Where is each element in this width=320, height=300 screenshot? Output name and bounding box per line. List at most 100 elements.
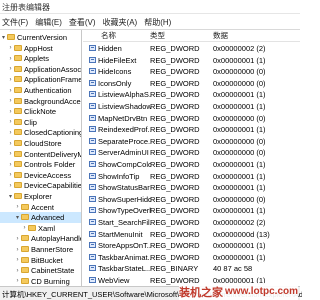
chevron-right-icon[interactable]: › (14, 245, 21, 255)
value-type: REG_DWORD (150, 136, 200, 146)
chevron-right-icon[interactable]: › (21, 223, 28, 233)
type-column-header[interactable]: 类型 (150, 30, 165, 42)
chevron-right-icon[interactable]: › (7, 96, 14, 106)
tree-item[interactable]: › BitBucket (0, 255, 81, 266)
tree-item[interactable]: › BackgroundAccessAp (0, 96, 82, 107)
tree-item[interactable]: › Controls Folder (0, 159, 81, 170)
value-row[interactable]: TaskbarAnimat... REG_DWORD 0x00000001 (1) (83, 252, 300, 264)
menu-items: 文件(F) 编辑(E) 查看(V) 收藏夹(A) 帮助(H) (2, 17, 171, 28)
tree-item[interactable]: › AppHost (0, 43, 81, 54)
folder-icon (21, 246, 29, 253)
value-row[interactable]: ReindexedProf... REG_DWORD 0x00000001 (1) (83, 124, 300, 136)
value-row[interactable]: ShowInfoTip REG_DWORD 0x00000001 (1) (83, 171, 300, 183)
values-list[interactable]: 名称 类型 数据 Hidden REG_DWORD 0x00000002 (2) Hi… (83, 30, 300, 286)
value-row[interactable]: ServerAdminUI REG_DWORD 0x00000000 (0) (83, 147, 300, 159)
chevron-right-icon[interactable]: › (14, 234, 21, 244)
registry-value-icon (89, 91, 96, 98)
value-row[interactable]: StartMenuInit REG_DWORD 0x0000000d (13) (83, 229, 300, 241)
chevron-right-icon[interactable]: › (7, 170, 14, 180)
value-row[interactable]: ListviewShadow REG_DWORD 0x00000001 (1) (83, 101, 300, 113)
chevron-right-icon[interactable]: › (7, 54, 14, 64)
tree-item[interactable]: › ClosedCaptioning (0, 127, 82, 138)
chevron-right-icon[interactable]: › (7, 139, 14, 149)
folder-icon (21, 267, 29, 274)
chevron-down-icon[interactable]: ▾ (0, 33, 7, 43)
tree-item[interactable]: › Accent (0, 202, 81, 213)
chevron-right-icon[interactable]: › (7, 149, 14, 159)
tree-item[interactable]: › ApplicationFrame (0, 74, 82, 85)
chevron-right-icon[interactable]: › (14, 266, 21, 276)
value-name: HideFileExt (98, 55, 137, 65)
value-row[interactable]: Start_SearchFil... REG_DWORD 0x00000002 (2… (83, 217, 300, 229)
chevron-right-icon[interactable]: › (7, 86, 14, 96)
value-data: 0x00000001 (1) (213, 252, 266, 262)
value-row[interactable]: HideIcons REG_DWORD 0x00000000 (0) (83, 66, 300, 78)
tree-item[interactable]: › Applets (0, 53, 81, 64)
tree-item[interactable]: › Xaml (0, 223, 81, 234)
chevron-down-icon[interactable]: ▾ (14, 213, 21, 223)
tree-item[interactable]: › CD Burning (0, 276, 81, 286)
value-row[interactable]: SeparateProce... REG_DWORD 0x00000000 (0) (83, 136, 300, 148)
chevron-right-icon[interactable]: › (14, 255, 21, 265)
registry-value-icon (89, 79, 96, 86)
chevron-right-icon[interactable]: › (7, 43, 14, 53)
value-row[interactable]: StoreAppsOnT... REG_DWORD 0x00000001 (1) (83, 240, 300, 252)
folder-icon (14, 55, 22, 62)
registry-value-icon (89, 56, 96, 63)
tree-item[interactable]: ▾ CurrentVersion (0, 32, 81, 43)
value-row[interactable]: ListviewAlphaS... REG_DWORD 0x00000001 (1) (83, 89, 300, 101)
tree-item[interactable]: › CabinetState (0, 265, 81, 276)
tree-item[interactable]: › AutoplayHandlers (0, 233, 82, 244)
chevron-right-icon[interactable]: › (7, 160, 14, 170)
chevron-right-icon[interactable]: › (7, 107, 14, 117)
value-row[interactable]: IconsOnly REG_DWORD 0x00000000 (0) (83, 78, 300, 90)
tree-item[interactable]: › DeviceCapabilities (0, 180, 82, 191)
tree-item-label: ClickNote (24, 107, 57, 117)
tree-item[interactable]: › ContentDeliveryMana (0, 149, 82, 160)
value-type: REG_DWORD (150, 218, 200, 227)
name-column-header[interactable]: 名称 (101, 30, 116, 42)
tree-item[interactable]: › ApplicationAssociati (0, 64, 82, 75)
value-type: REG_BINARY (150, 264, 199, 274)
value-data: 0x00000000 (0) (213, 113, 266, 123)
tree-item[interactable]: ▾ Advanced (0, 212, 81, 224)
tree-item[interactable]: › ClickNote (0, 106, 81, 117)
menu-item[interactable]: 文件(F) (2, 17, 28, 28)
tree-item-label: ClosedCaptioning (24, 128, 82, 138)
tree-item[interactable]: › Clip (0, 117, 81, 128)
value-row[interactable]: ShowSuperHidd...REG_DWORD 0x00000000 (0) (83, 194, 300, 206)
tree-item[interactable]: › CloudStore (0, 138, 81, 149)
tree-item[interactable]: ▾ Explorer (0, 191, 81, 202)
tree-item[interactable]: › BannerStore (0, 244, 81, 255)
chevron-right-icon[interactable]: › (7, 75, 14, 85)
tree-item[interactable]: › DeviceAccess (0, 170, 81, 181)
value-row[interactable]: ShowTypeOverl...REG_DWORD 0x00000001 (1) (83, 205, 300, 217)
registry-value-icon (89, 149, 96, 156)
menu-item[interactable]: 收藏夹(A) (103, 17, 138, 28)
value-row[interactable]: HideFileExt REG_DWORD 0x00000001 (1) (83, 55, 300, 67)
value-row[interactable]: Hidden REG_DWORD 0x00000002 (2) (83, 43, 300, 55)
data-column-header[interactable]: 数据 (213, 30, 228, 42)
value-row[interactable]: ShowStatusBar REG_DWORD 0x00000001 (1) (83, 182, 300, 194)
value-data: 0x00000001 (1) (213, 241, 266, 251)
chevron-right-icon[interactable]: › (7, 181, 14, 191)
registry-tree[interactable]: ▾ CurrentVersion › AppHost › Applets › Applicat… (0, 30, 82, 286)
registry-value-icon (89, 207, 96, 214)
chevron-right-icon[interactable]: › (14, 202, 21, 212)
value-name: ShowInfoTip (98, 171, 140, 181)
tree-item[interactable]: › Authentication (0, 85, 81, 96)
chevron-right-icon[interactable]: › (7, 64, 14, 74)
menu-item[interactable]: 编辑(E) (35, 17, 62, 28)
menu-item[interactable]: 帮助(H) (144, 17, 171, 28)
registry-value-icon (89, 253, 96, 260)
value-type: REG_DWORD (150, 194, 200, 204)
value-type: REG_DWORD (150, 148, 200, 158)
chevron-right-icon[interactable]: › (14, 276, 21, 286)
value-row[interactable]: MapNetDrvBtn REG_DWORD 0x00000000 (0) (83, 113, 300, 125)
chevron-right-icon[interactable]: › (7, 117, 14, 127)
value-row[interactable]: ShowCompColor REG_DWORD 0x00000001 (1) (83, 159, 300, 171)
value-row[interactable]: TaskbarStateL... REG_BINARY 40 87 ac 58 (83, 263, 300, 275)
chevron-down-icon[interactable]: ▾ (7, 192, 14, 202)
menu-item[interactable]: 查看(V) (69, 17, 96, 28)
chevron-right-icon[interactable]: › (7, 128, 14, 138)
